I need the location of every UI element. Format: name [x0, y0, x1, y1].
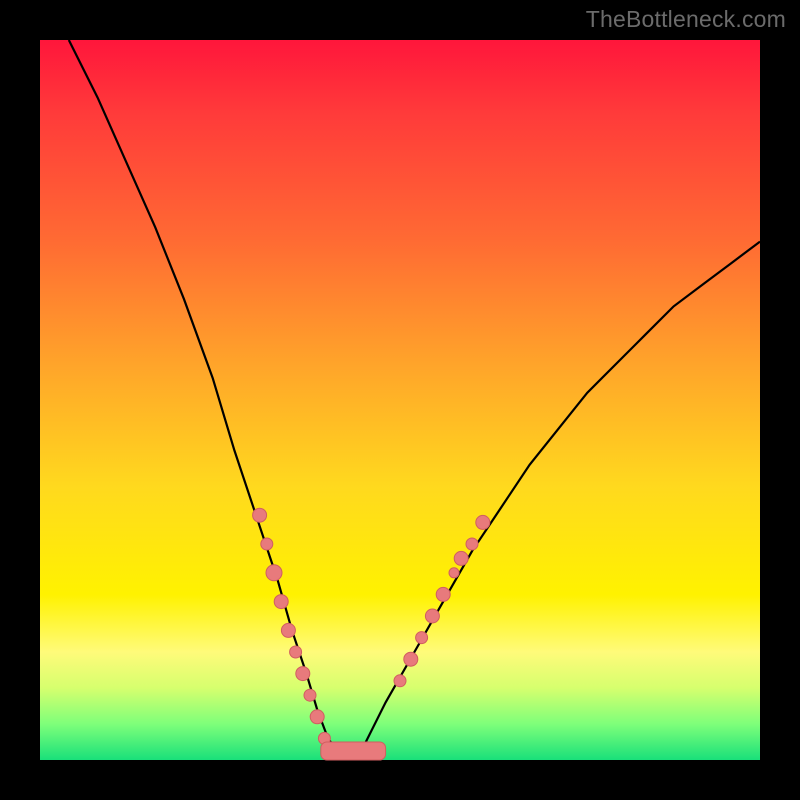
marker-dot: [253, 508, 267, 522]
marker-dot: [476, 515, 490, 529]
chart-frame: TheBottleneck.com: [0, 0, 800, 800]
bottleneck-curve: [69, 40, 760, 760]
marker-dot: [454, 551, 468, 565]
watermark-text: TheBottleneck.com: [586, 6, 786, 33]
marker-group: [253, 508, 490, 744]
marker-dot: [416, 632, 428, 644]
plot-area: [40, 40, 760, 760]
marker-dot: [310, 710, 324, 724]
marker-dot: [449, 568, 459, 578]
valley-baseline: [321, 742, 386, 760]
marker-dot: [304, 689, 316, 701]
marker-dot: [261, 538, 273, 550]
marker-dot: [281, 623, 295, 637]
marker-dot: [296, 667, 310, 681]
marker-dot: [425, 609, 439, 623]
chart-svg: [40, 40, 760, 760]
marker-dot: [274, 595, 288, 609]
marker-dot: [404, 652, 418, 666]
marker-dot: [394, 675, 406, 687]
marker-dot: [466, 538, 478, 550]
marker-dot: [436, 587, 450, 601]
marker-dot: [290, 646, 302, 658]
marker-dot: [266, 565, 282, 581]
